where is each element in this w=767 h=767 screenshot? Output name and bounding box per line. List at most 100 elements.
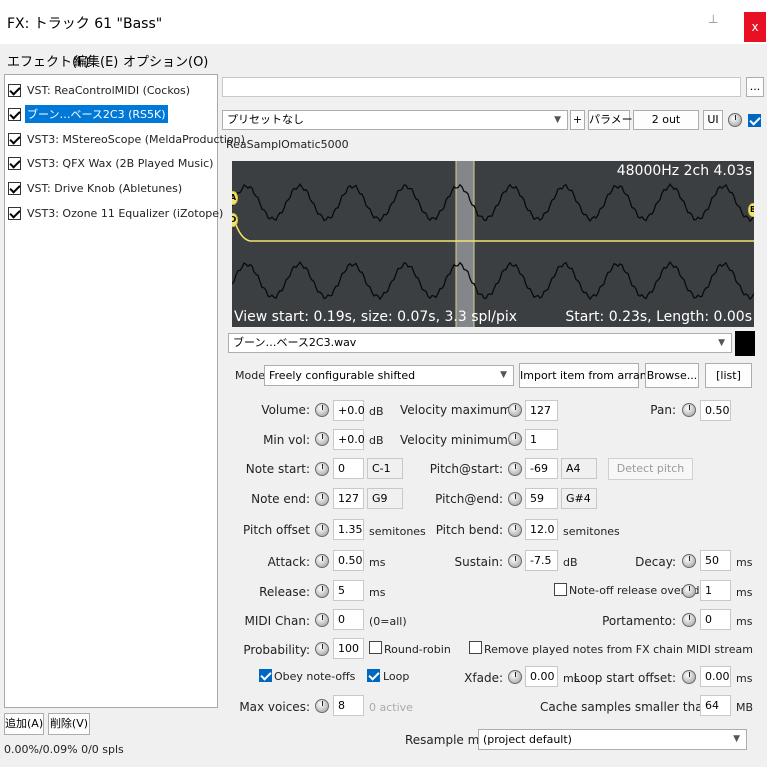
probability-field[interactable]: 100 — [333, 638, 364, 659]
pitch-start-note: A4 — [561, 458, 597, 479]
noteoff-override-knob-icon[interactable] — [682, 584, 696, 598]
velocity-min-field[interactable]: 1 — [525, 429, 558, 450]
list-button[interactable]: [list] — [705, 363, 752, 388]
chevron-down-icon: ▼ — [554, 115, 561, 125]
velocity-max-field[interactable]: 127 — [525, 400, 558, 421]
fx-enable-checkbox[interactable] — [8, 83, 21, 97]
note-end-field[interactable]: 127 — [333, 488, 364, 509]
decay-knob-icon[interactable] — [682, 554, 696, 568]
attack-label: Attack: — [267, 555, 310, 569]
round-robin-label: Round-robin — [384, 643, 451, 656]
add-fx-button[interactable]: 追加(A) — [4, 713, 44, 735]
xfade-knob-icon[interactable] — [508, 670, 522, 684]
remove-played-checkbox[interactable] — [469, 641, 482, 654]
fx-enable-checkbox[interactable] — [8, 206, 21, 220]
noteoff-override-checkbox[interactable] — [554, 583, 567, 596]
close-button[interactable]: x — [744, 12, 766, 42]
menu-options[interactable]: オプション(O) — [123, 51, 208, 70]
note-start-field[interactable]: 0 — [333, 458, 364, 479]
pin-icon[interactable]: ⊥ — [708, 12, 718, 26]
params-button[interactable]: パラメータ — [588, 110, 644, 130]
attack-knob-icon[interactable] — [315, 554, 329, 568]
pan-field[interactable]: 0.50 — [700, 400, 731, 421]
marker-b-handle[interactable]: B — [748, 203, 754, 217]
pitch-start-knob-icon[interactable] — [508, 462, 522, 476]
fx-item-label: VST3: MStereoScope (MeldaProduction) — [27, 132, 245, 146]
pitch-bend-unit: semitones — [563, 525, 620, 538]
attack-field[interactable]: 0.50 — [333, 550, 364, 571]
noteoff-override-field[interactable]: 1 — [700, 580, 731, 601]
decay-field[interactable]: 50 — [700, 550, 731, 571]
fx-enable-checkbox[interactable] — [8, 181, 21, 195]
io-button[interactable]: 2 out — [633, 110, 699, 130]
velocity-max-knob-icon[interactable] — [508, 403, 522, 417]
sustain-field[interactable]: -7.5 — [525, 550, 558, 571]
wet-knob-icon[interactable] — [728, 113, 742, 127]
pitch-start-field[interactable]: -69 — [525, 458, 558, 479]
waveform-view[interactable]: A D B 48000Hz 2ch 4.03s View start: 0.19… — [232, 161, 754, 327]
cache-samples-label: Cache samples smaller than: — [540, 700, 715, 714]
mode-dropdown[interactable]: Freely configurable shifted ▼ — [264, 365, 514, 386]
fx-item[interactable]: VST3: QFX Wax (2B Played Music) — [8, 153, 215, 173]
pitch-end-knob-icon[interactable] — [508, 492, 522, 506]
loop-start-offset-field[interactable]: 0.00 — [700, 666, 731, 687]
volume-knob-icon[interactable] — [315, 403, 329, 417]
loop-start-offset-label: Loop start offset: — [573, 671, 676, 685]
probability-knob-icon[interactable] — [315, 642, 329, 656]
max-voices-field[interactable]: 8 — [333, 695, 364, 716]
portamento-field[interactable]: 0 — [700, 609, 731, 630]
pan-knob-icon[interactable] — [682, 403, 696, 417]
fx-enable-checkbox[interactable] — [8, 156, 21, 170]
fx-chain-list[interactable]: VST: ReaControlMIDI (Cockos) ブーン…ベース2C3 … — [4, 74, 245, 708]
velocity-min-knob-icon[interactable] — [508, 432, 522, 446]
detect-pitch-button[interactable]: Detect pitch — [608, 458, 693, 480]
pitch-offset-field[interactable]: 1.35 — [333, 519, 364, 540]
fx-name-field[interactable] — [222, 77, 741, 97]
preset-dropdown[interactable]: プリセットなし ▼ — [222, 110, 568, 130]
loop-start-offset-knob-icon[interactable] — [682, 670, 696, 684]
fx-item[interactable]: VST3: MStereoScope (MeldaProduction) — [8, 129, 247, 149]
bypass-checkbox[interactable] — [748, 114, 761, 127]
obey-noteoffs-checkbox[interactable] — [259, 669, 272, 682]
ui-button[interactable]: UI — [703, 110, 723, 130]
fx-item-selected[interactable]: ブーン…ベース2C3 (RS5K) — [8, 104, 168, 124]
menu-edit[interactable]: 編集(E) — [74, 51, 118, 70]
fx-item[interactable]: VST3: Ozone 11 Equalizer (iZotope) — [8, 203, 225, 223]
volume-field[interactable]: +0.0 — [333, 400, 365, 421]
fx-item[interactable]: VST: Drive Knob (Abletunes) — [8, 178, 184, 198]
xfade-field[interactable]: 0.00 — [525, 666, 558, 687]
round-robin-checkbox[interactable] — [369, 641, 382, 654]
browse-button[interactable]: Browse... — [645, 363, 699, 388]
note-start-knob-icon[interactable] — [315, 462, 329, 476]
fx-enable-checkbox[interactable] — [8, 107, 21, 121]
midi-chan-knob-icon[interactable] — [315, 613, 329, 627]
add-preset-button[interactable]: + — [570, 110, 585, 130]
fx-enable-checkbox[interactable] — [8, 132, 21, 146]
sample-file-name: ブーン…ベース2C3.wav — [233, 336, 357, 349]
midi-chan-field[interactable]: 0 — [333, 609, 364, 630]
loop-start-offset-unit: ms — [736, 672, 753, 685]
pitch-bend-knob-icon[interactable] — [508, 523, 522, 537]
portamento-knob-icon[interactable] — [682, 613, 696, 627]
release-knob-icon[interactable] — [315, 584, 329, 598]
sample-file-dropdown[interactable]: ブーン…ベース2C3.wav ▼ — [228, 333, 732, 353]
pitch-bend-field[interactable]: 12.0 — [525, 519, 558, 540]
loop-checkbox[interactable] — [367, 669, 380, 682]
fx-item[interactable]: VST: ReaControlMIDI (Cockos) — [8, 80, 192, 100]
min-vol-knob-icon[interactable] — [315, 432, 329, 446]
max-voices-knob-icon[interactable] — [315, 699, 329, 713]
import-item-button[interactable]: Import item from arrange — [519, 363, 661, 388]
pitch-end-field[interactable]: 59 — [525, 488, 558, 509]
remove-fx-button[interactable]: 削除(V) — [48, 713, 90, 735]
resample-mode-dropdown[interactable]: (project default) ▼ — [478, 729, 747, 750]
cache-samples-field[interactable]: 64 — [700, 695, 731, 716]
release-field[interactable]: 5 — [333, 580, 364, 601]
sustain-knob-icon[interactable] — [508, 554, 522, 568]
note-end-knob-icon[interactable] — [315, 492, 329, 506]
plugin-name: ReaSamplOmatic5000 — [226, 138, 349, 151]
min-vol-field[interactable]: +0.0 — [333, 429, 365, 450]
pitch-offset-knob-icon[interactable] — [315, 523, 329, 537]
more-button[interactable]: ... — [746, 77, 764, 97]
portamento-label: Portamento: — [602, 614, 676, 628]
color-swatch[interactable] — [735, 331, 755, 356]
